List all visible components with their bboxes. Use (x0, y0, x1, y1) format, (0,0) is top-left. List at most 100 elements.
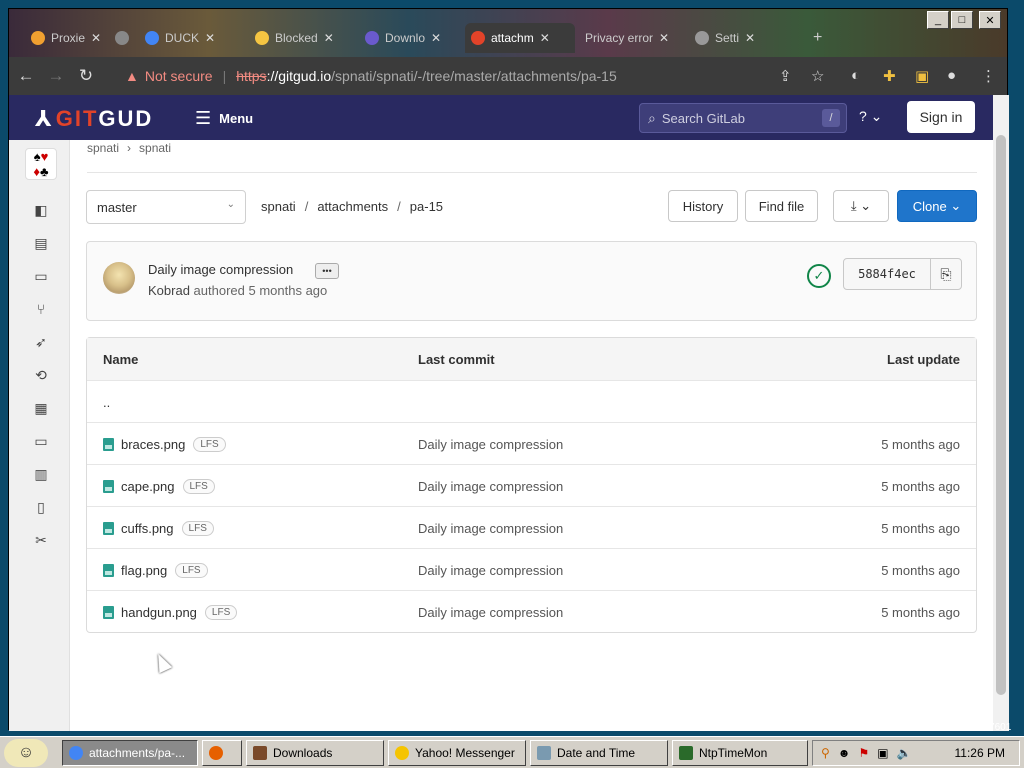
file-last-commit[interactable]: Daily image compression (418, 605, 563, 620)
minimize-icon[interactable]: _ (927, 11, 949, 29)
start-button[interactable]: ☺ (4, 739, 48, 767)
merge-requests-icon[interactable]: ⑂ (31, 299, 51, 319)
table-row[interactable]: braces.png LFS Daily image compression 5 … (87, 422, 976, 464)
ci-cd-rocket-icon[interactable]: ➶ (31, 332, 51, 352)
extensions-puzzle-icon[interactable]: ✚ (883, 67, 896, 85)
close-tab-icon[interactable]: ✕ (324, 31, 334, 45)
file-name[interactable]: flag.png (121, 563, 167, 578)
project-overview-icon[interactable]: ◧ (31, 200, 51, 220)
deployments-icon[interactable]: ⟲ (31, 365, 51, 385)
close-tab-icon[interactable]: ✕ (205, 31, 215, 45)
browser-tab-active[interactable]: attachm ✕ (465, 23, 575, 53)
browser-tab[interactable]: DUCK ✕ (139, 23, 247, 53)
repository-icon[interactable]: ▤ (31, 233, 51, 253)
commit-title[interactable]: Daily image compression (148, 262, 293, 277)
branch-selector[interactable]: master ⌄ (86, 190, 246, 224)
taskbar-item[interactable]: Downloads (246, 740, 384, 766)
file-name[interactable]: cape.png (121, 479, 175, 494)
reload-icon[interactable]: ↻ (73, 63, 99, 89)
share-icon[interactable]: ⇪ (779, 67, 792, 85)
file-name[interactable]: braces.png (121, 437, 185, 452)
file-name[interactable]: cuffs.png (121, 521, 174, 536)
taskbar-item[interactable]: NtpTimeMon (672, 740, 808, 766)
table-row[interactable]: flag.png LFS Daily image compression 5 mo… (87, 548, 976, 590)
build-watermark: Build 7601 (964, 722, 1012, 733)
bookmark-star-icon[interactable]: ☆ (811, 67, 824, 85)
network-tray-icon[interactable]: ▣ (877, 746, 888, 760)
close-tab-icon[interactable]: ✕ (540, 31, 550, 45)
close-window-icon[interactable]: ✕ (979, 11, 1001, 29)
breadcrumb-group[interactable]: spnati (87, 141, 119, 155)
search-tray-icon[interactable]: ⚲ (821, 746, 830, 760)
table-row[interactable]: handgun.png LFS Daily image compression 5… (87, 590, 976, 632)
web-page: ⅄ GIT GUD ☰ Menu ⌕ Search GitLab / ? ⌄ Si… (9, 95, 993, 731)
file-last-commit[interactable]: Daily image compression (418, 479, 563, 494)
parent-dir-link[interactable]: .. (103, 395, 110, 410)
page-scrollbar[interactable] (993, 95, 1009, 731)
wiki-icon[interactable]: ▯ (31, 497, 51, 517)
project-avatar[interactable]: ♠♥ ♦♣ (25, 148, 57, 180)
breadcrumb-project[interactable]: spnati (139, 141, 171, 155)
commit-sha[interactable]: 5884f4ec (843, 258, 931, 290)
analytics-icon[interactable]: ▥ (31, 464, 51, 484)
profile-avatar-icon[interactable]: ● (947, 67, 956, 84)
taskbar-item[interactable]: Date and Time (530, 740, 668, 766)
browser-tab[interactable]: Downlo ✕ (359, 23, 465, 53)
history-button[interactable]: History (668, 190, 738, 222)
browser-tab[interactable]: Blocked ✕ (249, 23, 355, 53)
path-segment[interactable]: spnati (261, 199, 296, 214)
issues-icon[interactable]: ▭ (31, 266, 51, 286)
browser-tab[interactable]: Privacy error ✕ (579, 23, 685, 53)
parent-dir-row[interactable]: .. (87, 380, 976, 422)
clock[interactable]: 11:26 PM (955, 746, 1005, 760)
extension-flag-icon[interactable]: ◐ (851, 67, 860, 84)
table-row[interactable]: cape.png LFS Daily image compression 5 mo… (87, 464, 976, 506)
lfs-badge: LFS (181, 521, 214, 536)
commit-author[interactable]: Kobrad (148, 283, 190, 298)
browser-tab[interactable]: Setti ✕ (689, 23, 799, 53)
url-field[interactable]: ▲ Not secure | https://gitgud.io/spnati/… (125, 63, 845, 89)
taskbar-item[interactable]: attachments/pa-... (62, 740, 198, 766)
close-tab-icon[interactable]: ✕ (91, 31, 101, 45)
new-tab-icon[interactable]: + (807, 23, 831, 53)
download-button[interactable]: ⤓ ⌄ (833, 190, 889, 222)
taskbar-item[interactable]: Yahoo! Messenger (388, 740, 526, 766)
url-scheme: https (236, 68, 267, 84)
expand-commit-icon[interactable]: ••• (315, 263, 339, 279)
file-name[interactable]: handgun.png (121, 605, 197, 620)
author-avatar[interactable] (103, 262, 135, 294)
taskbar-item[interactable] (202, 740, 242, 766)
file-last-commit[interactable]: Daily image compression (418, 521, 563, 536)
face-tray-icon[interactable]: ☻ (838, 746, 851, 760)
clone-button[interactable]: Clone ⌄ (897, 190, 977, 222)
sign-in-button[interactable]: Sign in (907, 101, 975, 133)
maximize-icon[interactable]: □ (951, 11, 973, 29)
snippets-scissors-icon[interactable]: ✂ (31, 530, 51, 550)
menu-button[interactable]: ☰ Menu (195, 108, 253, 129)
browser-tab[interactable] (109, 23, 139, 53)
search-input[interactable]: ⌕ Search GitLab / (639, 103, 847, 133)
packages-icon[interactable]: ▦ (31, 398, 51, 418)
table-row[interactable]: cuffs.png LFS Daily image compression 5 m… (87, 506, 976, 548)
close-tab-icon[interactable]: ✕ (745, 31, 755, 45)
close-tab-icon[interactable]: ✕ (431, 31, 441, 45)
path-segment[interactable]: attachments (317, 199, 388, 214)
file-last-commit[interactable]: Daily image compression (418, 437, 563, 452)
close-tab-icon[interactable]: ✕ (659, 31, 669, 45)
back-icon[interactable]: ← (13, 63, 39, 89)
file-last-commit[interactable]: Daily image compression (418, 563, 563, 578)
side-panel-icon[interactable]: ▣ (915, 67, 929, 85)
monitor-icon[interactable]: ▭ (31, 431, 51, 451)
volume-icon[interactable]: 🔈 (897, 746, 912, 760)
browser-menu-icon[interactable]: ⋮ (981, 67, 996, 85)
security-tray-icon[interactable]: ⚑ (858, 746, 869, 760)
copy-sha-icon[interactable]: ⎘ (930, 258, 962, 290)
scrollbar-thumb[interactable] (996, 135, 1006, 695)
gitgud-logo[interactable]: ⅄ GIT GUD (35, 106, 153, 132)
path-segment[interactable]: pa-15 (410, 199, 443, 214)
pipeline-passed-icon[interactable]: ✓ (807, 264, 831, 288)
help-icon[interactable]: ? ⌄ (859, 108, 882, 125)
forward-icon[interactable]: → (43, 63, 69, 89)
find-file-button[interactable]: Find file (745, 190, 818, 222)
gitlab-favicon-icon (471, 31, 485, 45)
